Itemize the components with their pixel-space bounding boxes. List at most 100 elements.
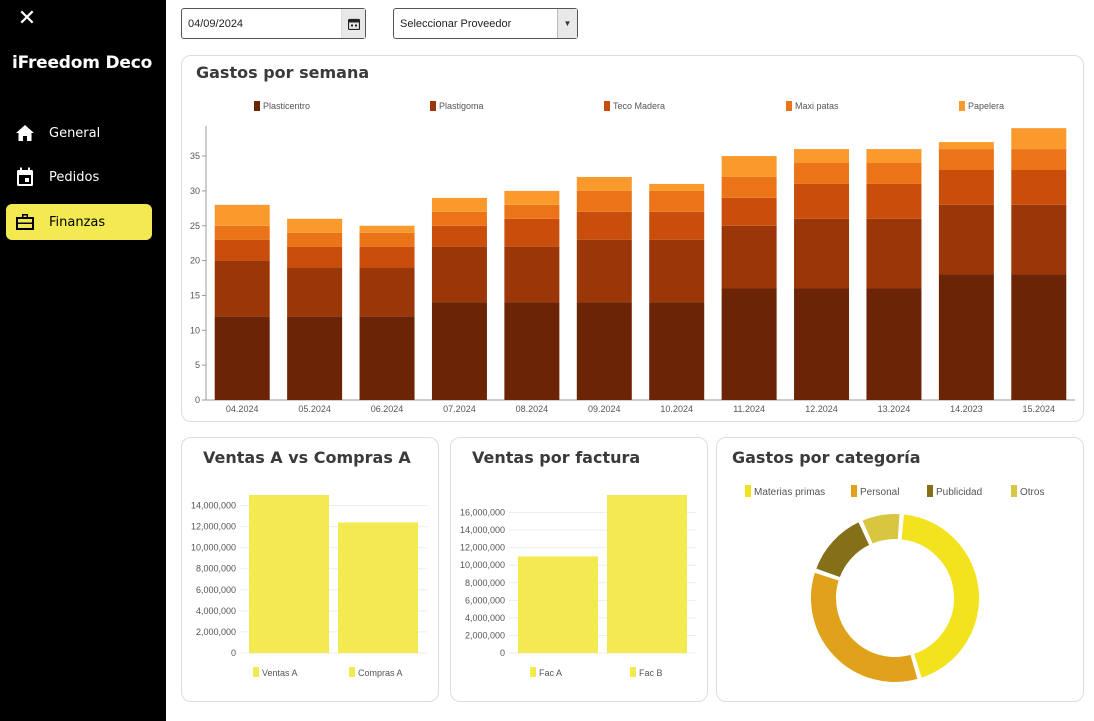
- y-tick-label: 5: [195, 360, 200, 370]
- expenses-by-category-donut: Materias primas Personal Publicidad Otros: [745, 485, 1044, 684]
- legend-swatch: [530, 667, 536, 677]
- legend-swatch: [349, 667, 355, 677]
- bar-segment: [649, 302, 705, 400]
- legend-swatch: [959, 101, 965, 111]
- bar-segment: [1011, 149, 1067, 170]
- y-tick-label: 0: [500, 648, 505, 658]
- bar-segment: [214, 239, 270, 261]
- close-icon[interactable]: ✕: [16, 8, 38, 31]
- y-tick-label: 6,000,000: [465, 595, 505, 605]
- bar-segment: [721, 156, 777, 177]
- bar: [607, 495, 687, 653]
- bar-segment: [214, 316, 270, 400]
- home-icon: [14, 122, 36, 144]
- bar-segment: [721, 197, 777, 226]
- calendar-picker-icon[interactable]: [341, 9, 365, 38]
- bar-segment: [359, 232, 415, 247]
- legend-label: Maxi patas: [795, 101, 839, 111]
- bar-segment: [431, 302, 487, 400]
- sidebar-item-finanzas[interactable]: Finanzas: [6, 204, 152, 240]
- legend-label: Personal: [860, 487, 899, 498]
- legend-swatch: [745, 485, 751, 497]
- legend-label: Compras A: [358, 668, 403, 678]
- date-value: 04/09/2024: [188, 17, 244, 30]
- date-input[interactable]: 04/09/2024: [181, 8, 366, 39]
- bar-segment: [504, 204, 560, 219]
- bar-segment: [576, 239, 632, 303]
- sidebar-item-general[interactable]: General: [6, 115, 152, 151]
- legend-swatch: [851, 485, 857, 497]
- bar-segment: [938, 274, 994, 400]
- y-tick-label: 20: [190, 256, 200, 266]
- x-tick-label: 07.2024: [443, 404, 476, 414]
- x-tick-label: 12.2024: [805, 404, 838, 414]
- y-tick-label: 25: [190, 221, 200, 231]
- bar-segment: [794, 149, 850, 164]
- legend-swatch: [430, 101, 436, 111]
- y-tick-label: 10,000,000: [191, 543, 236, 553]
- bar-segment: [359, 225, 415, 233]
- y-tick-label: 4,000,000: [465, 613, 505, 623]
- x-tick-label: 11.2024: [733, 404, 765, 414]
- sales-vs-purchases-chart: 0 2,000,000 4,000,000 6,000,000 8,000,000 10,…: [191, 495, 427, 678]
- bar-segment: [1011, 169, 1067, 205]
- bar-segment: [721, 288, 777, 400]
- bar-segment: [359, 316, 415, 400]
- bar-segment: [504, 246, 560, 303]
- bar-segment: [794, 288, 850, 400]
- legend-label: Plastigoma: [439, 101, 484, 111]
- bar-segment: [287, 316, 343, 400]
- legend-label: Papelera: [968, 101, 1004, 111]
- x-tick-label: 10.2024: [660, 404, 693, 414]
- y-tick-label: 0: [195, 395, 200, 405]
- y-tick-label: 30: [190, 186, 200, 196]
- y-tick-label: 2,000,000: [465, 630, 505, 640]
- legend-swatch: [786, 101, 792, 111]
- bar-segment: [504, 190, 560, 205]
- legend-swatch: [630, 667, 636, 677]
- sales-vs-purchases-card: Ventas A vs Compras A 0 2,000,000 4,000,00…: [181, 437, 439, 702]
- bar-segment: [866, 288, 922, 400]
- sales-by-invoice-chart: 0 2,000,000 4,000,000 6,000,000 8,000,000 10,…: [460, 495, 696, 678]
- brand-title: iFreedom Deco: [12, 53, 153, 73]
- bar-segment: [649, 239, 705, 303]
- legend-label: Otros: [1020, 487, 1044, 498]
- y-tick-label: 14,000,000: [191, 501, 236, 511]
- bar-segment: [866, 183, 922, 219]
- bar-segment: [938, 149, 994, 170]
- sidebar-item-pedidos[interactable]: Pedidos: [6, 159, 152, 195]
- bar-segment: [287, 232, 343, 247]
- legend-label: Ventas A: [262, 668, 298, 678]
- bar-segment: [866, 163, 922, 184]
- legend-label: Fac A: [539, 668, 562, 678]
- bar-segment: [504, 218, 560, 247]
- calendar-icon: [14, 166, 36, 188]
- bar-segment: [794, 218, 850, 289]
- bar-segment: [431, 225, 487, 247]
- y-tick-label: 2,000,000: [196, 627, 236, 637]
- bar-segment: [359, 267, 415, 317]
- weekly-expenses-card: Gastos por semana Plasticentro Plastigoma…: [181, 55, 1084, 422]
- chevron-down-icon[interactable]: ▼: [557, 9, 577, 38]
- bar-segment: [214, 260, 270, 317]
- y-tick-label: 8,000,000: [465, 578, 505, 588]
- donut-slice: [813, 519, 872, 580]
- bar-segment: [721, 176, 777, 198]
- legend-label: Publicidad: [936, 487, 982, 498]
- donut-slice: [809, 570, 920, 684]
- provider-select[interactable]: Seleccionar Proveedor ▼: [393, 8, 578, 39]
- y-tick-label: 16,000,000: [460, 508, 505, 518]
- bar-segment: [214, 225, 270, 240]
- y-tick-label: 35: [190, 151, 200, 161]
- sidebar-item-label: Pedidos: [49, 169, 100, 185]
- x-tick-label: 04.2024: [226, 404, 259, 414]
- bar-segment: [576, 176, 632, 191]
- sidebar-item-label: General: [49, 125, 101, 141]
- bar-segment: [576, 211, 632, 240]
- x-tick-label: 08.2024: [516, 404, 549, 414]
- bar-segment: [938, 204, 994, 275]
- x-tick-label: 15.2024: [1023, 404, 1056, 414]
- bar-segment: [1011, 274, 1067, 400]
- bar-segment: [649, 183, 705, 191]
- x-tick-label: 06.2024: [371, 404, 404, 414]
